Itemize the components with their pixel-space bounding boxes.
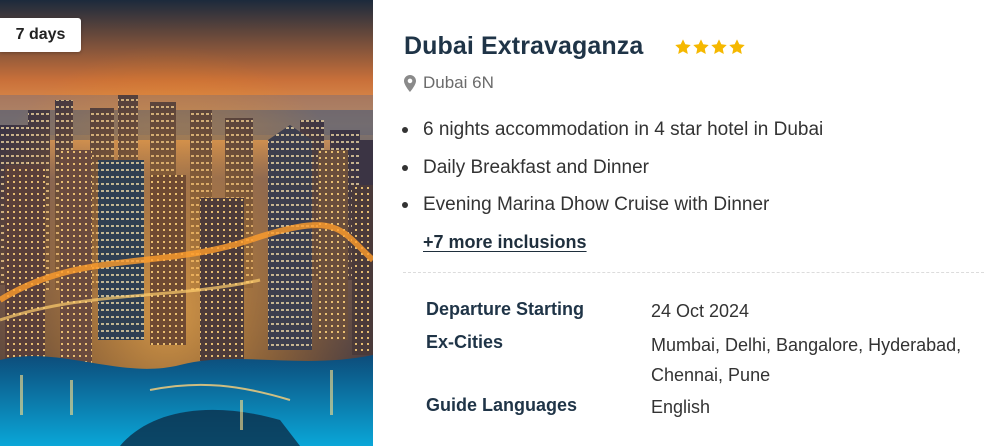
star-rating [674, 38, 746, 56]
dubai-skyline-image [0, 0, 373, 446]
guide-languages-value: English [651, 397, 711, 417]
title-row: Dubai Extravaganza [404, 32, 746, 61]
package-image[interactable]: 7 days [0, 0, 373, 446]
star-icon [675, 38, 692, 54]
departure-value: 24 Oct 2024 [651, 301, 750, 321]
inclusion-item: 6 nights accommodation in 4 star hotel i… [400, 117, 823, 155]
map-pin-icon [404, 74, 416, 92]
package-card: 7 days Dubai Extravaganza Dubai 6N 6 nig… [0, 0, 984, 446]
package-location: Dubai 6N [404, 73, 494, 93]
departure-label: Departure Starting [426, 299, 585, 319]
guide-languages-label: Guide Languages [426, 395, 578, 415]
package-title[interactable]: Dubai Extravaganza [404, 32, 643, 61]
more-inclusions-link[interactable]: +7 more inclusions [423, 232, 587, 253]
inclusions-list: 6 nights accommodation in 4 star hotel i… [400, 117, 823, 230]
location-text: Dubai 6N [423, 73, 494, 92]
divider [403, 272, 984, 273]
star-icon [693, 38, 710, 54]
duration-badge: 7 days [0, 18, 81, 52]
star-icon [729, 38, 746, 54]
ex-cities-label: Ex-Cities [426, 332, 504, 352]
ex-cities-value: Mumbai, Delhi, Bangalore, Hyderabad, Che… [651, 335, 962, 385]
star-icon [711, 38, 728, 54]
inclusion-item: Evening Marina Dhow Cruise with Dinner [400, 192, 823, 230]
inclusion-item: Daily Breakfast and Dinner [400, 155, 823, 193]
